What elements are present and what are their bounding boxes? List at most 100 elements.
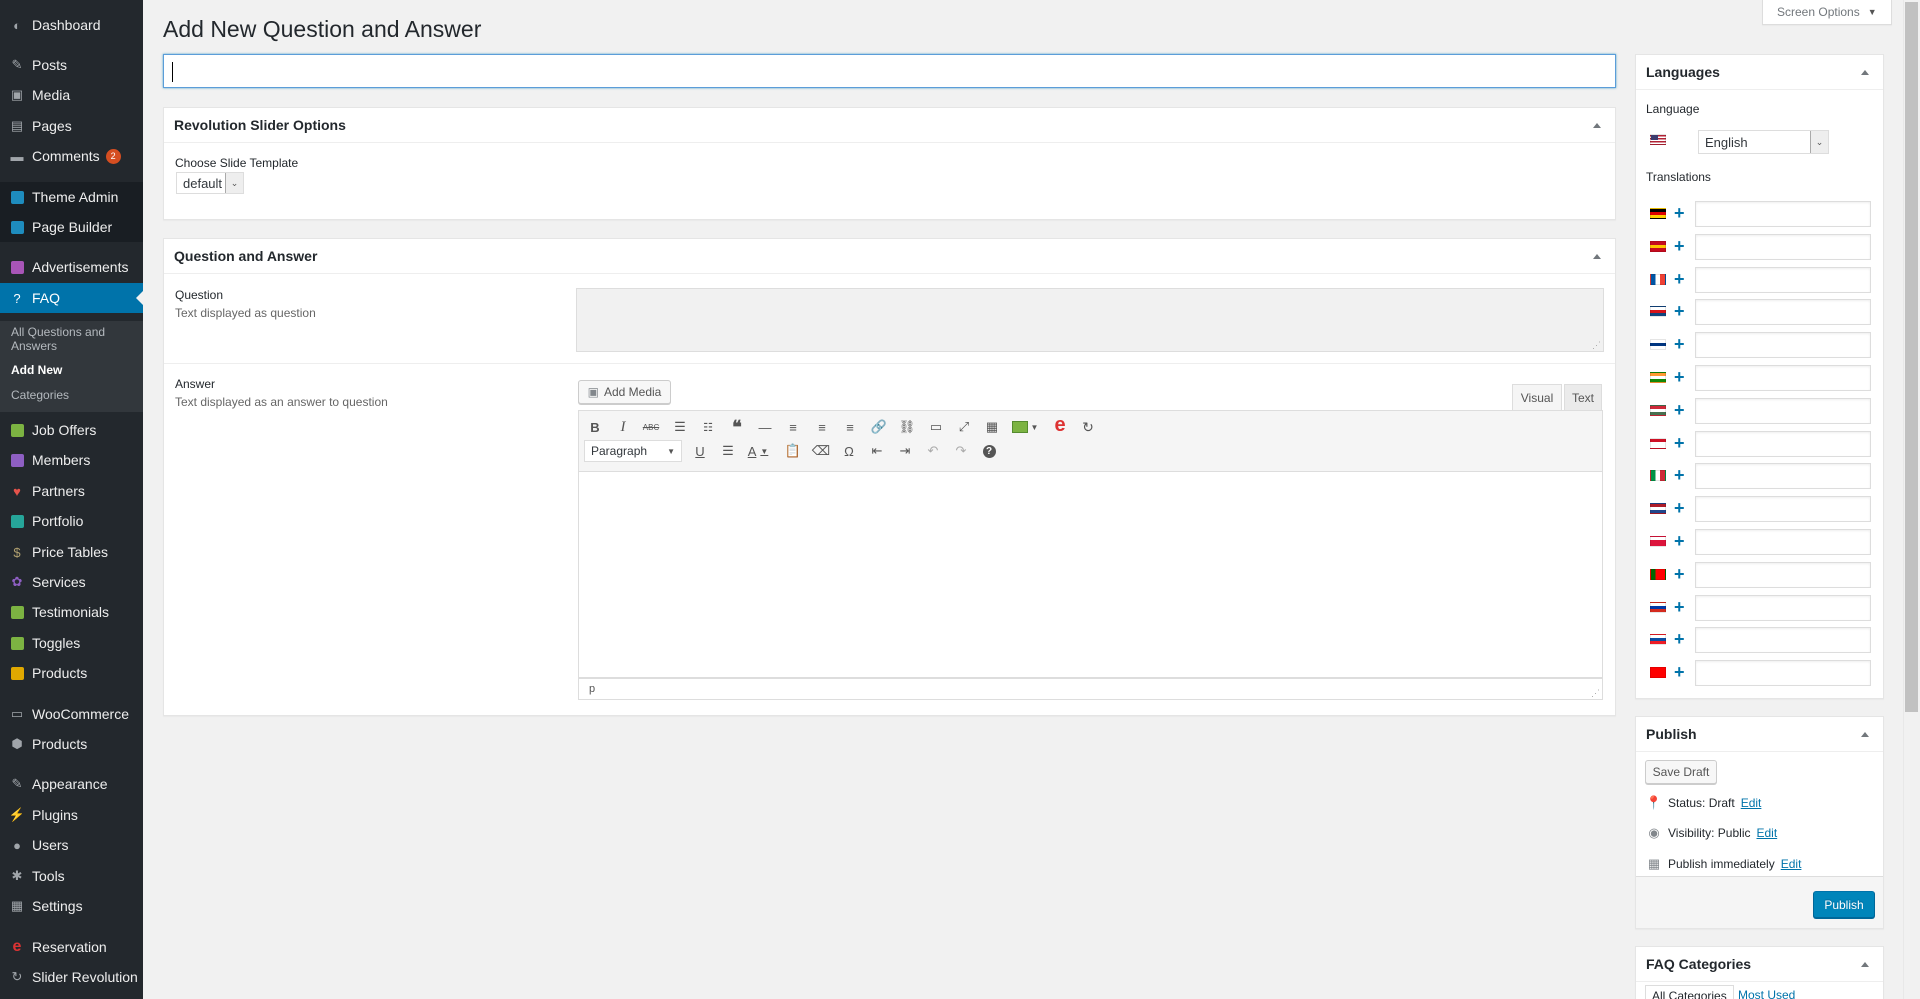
add-translation-icon[interactable]: + bbox=[1674, 401, 1685, 419]
page-scrollbar[interactable] bbox=[1903, 0, 1920, 999]
redo-icon[interactable]: ↷ bbox=[950, 440, 972, 462]
sidebar-item-woocommerce[interactable]: ▭ WooCommerce bbox=[0, 699, 143, 729]
sidebar-item-theme-admin[interactable]: Theme Admin bbox=[0, 182, 143, 212]
sidebar-item-comments[interactable]: ▬ Comments 2 bbox=[0, 141, 143, 171]
sidebar-item-members[interactable]: Members bbox=[0, 445, 143, 475]
tab-all-categories[interactable]: All Categories bbox=[1645, 985, 1734, 999]
translation-input[interactable] bbox=[1695, 496, 1871, 523]
unlink-icon[interactable]: ⛓ bbox=[896, 416, 918, 438]
collapse-arrow-icon[interactable] bbox=[1593, 123, 1601, 128]
indent-icon[interactable]: ⇥ bbox=[894, 440, 916, 462]
bullet-list-icon[interactable]: ☰ bbox=[669, 416, 691, 438]
align-center-icon[interactable]: ≡ bbox=[811, 416, 833, 438]
add-translation-icon[interactable]: + bbox=[1674, 302, 1685, 320]
underline-icon[interactable]: U bbox=[689, 440, 711, 462]
collapse-arrow-icon[interactable] bbox=[1861, 70, 1869, 75]
sidebar-item-dashboard[interactable]: ◐ Dashboard bbox=[0, 10, 143, 40]
add-translation-icon[interactable]: + bbox=[1674, 565, 1685, 583]
fullscreen-icon[interactable]: ⤢ bbox=[953, 416, 975, 438]
sidebar-item-products[interactable]: Products bbox=[0, 658, 143, 688]
sidebar-item-tools[interactable]: ✱ Tools bbox=[0, 861, 143, 891]
tab-text[interactable]: Text bbox=[1564, 384, 1602, 410]
sidebar-item-advertisements[interactable]: Advertisements bbox=[0, 252, 143, 282]
translation-input[interactable] bbox=[1695, 463, 1871, 490]
italic-icon[interactable]: I bbox=[612, 416, 634, 438]
blockquote-icon[interactable]: ❝ bbox=[726, 416, 748, 438]
horizontal-line-icon[interactable]: — bbox=[754, 416, 776, 438]
reservation-e-icon[interactable]: e bbox=[1049, 414, 1071, 436]
sidebar-item-services[interactable]: ✿ Services bbox=[0, 567, 143, 597]
add-translation-icon[interactable]: + bbox=[1674, 434, 1685, 452]
text-color-icon[interactable]: A ▼ bbox=[741, 440, 775, 462]
scrollbar-thumb[interactable] bbox=[1905, 2, 1918, 712]
translation-input[interactable] bbox=[1695, 529, 1871, 555]
collapse-arrow-icon[interactable] bbox=[1861, 732, 1869, 737]
justify-icon[interactable]: ☰ bbox=[717, 440, 739, 462]
bold-icon[interactable]: B bbox=[584, 416, 606, 438]
add-translation-icon[interactable]: + bbox=[1674, 335, 1685, 353]
translation-input[interactable] bbox=[1695, 365, 1871, 391]
sidebar-item-plugins[interactable]: ⚡ Plugins bbox=[0, 800, 143, 830]
help-icon[interactable]: ? bbox=[978, 440, 1000, 462]
shortcode-icon[interactable]: ▼ bbox=[1007, 416, 1043, 438]
read-more-icon[interactable]: ▭ bbox=[925, 416, 947, 438]
add-translation-icon[interactable]: + bbox=[1674, 663, 1685, 681]
add-translation-icon[interactable]: + bbox=[1674, 237, 1685, 255]
collapse-arrow-icon[interactable] bbox=[1861, 962, 1869, 967]
tab-most-used[interactable]: Most Used bbox=[1732, 985, 1801, 999]
collapse-arrow-icon[interactable] bbox=[1593, 254, 1601, 259]
edit-status-link[interactable]: Edit bbox=[1741, 796, 1762, 810]
outdent-icon[interactable]: ⇤ bbox=[866, 440, 888, 462]
add-translation-icon[interactable]: + bbox=[1674, 466, 1685, 484]
strikethrough-icon[interactable]: ABC bbox=[640, 416, 662, 438]
link-icon[interactable]: 🔗 bbox=[868, 416, 890, 438]
add-translation-icon[interactable]: + bbox=[1674, 204, 1685, 222]
language-select[interactable]: English ⌄ bbox=[1698, 130, 1829, 154]
toolbar-toggle-icon[interactable]: ▦ bbox=[981, 416, 1003, 438]
paste-text-icon[interactable]: 📋 bbox=[782, 440, 804, 462]
align-left-icon[interactable]: ≡ bbox=[782, 416, 804, 438]
add-translation-icon[interactable]: + bbox=[1674, 598, 1685, 616]
sidebar-item-price-tables[interactable]: $ Price Tables bbox=[0, 537, 143, 567]
edit-schedule-link[interactable]: Edit bbox=[1781, 857, 1802, 871]
sidebar-item-slider-revolution[interactable]: ↻ Slider Revolution bbox=[0, 962, 143, 992]
submenu-categories[interactable]: Categories bbox=[11, 388, 136, 402]
edit-visibility-link[interactable]: Edit bbox=[1756, 826, 1777, 840]
submenu-all-questions[interactable]: All Questions and Answers bbox=[11, 325, 136, 353]
translation-input[interactable] bbox=[1695, 660, 1871, 687]
slider-revolution-icon[interactable]: ↻ bbox=[1077, 416, 1099, 438]
translation-input[interactable] bbox=[1695, 201, 1871, 227]
translation-input[interactable] bbox=[1695, 561, 1871, 588]
template-select[interactable]: default ⌄ bbox=[176, 172, 244, 194]
answer-editor-area[interactable] bbox=[578, 472, 1603, 678]
format-select[interactable]: Paragraph ▼ bbox=[584, 440, 682, 462]
submenu-add-new[interactable]: Add New bbox=[11, 363, 136, 377]
sidebar-item-faq[interactable]: ? FAQ bbox=[0, 283, 143, 313]
add-translation-icon[interactable]: + bbox=[1674, 532, 1685, 550]
add-translation-icon[interactable]: + bbox=[1674, 270, 1685, 288]
translation-input[interactable] bbox=[1695, 627, 1871, 654]
sidebar-item-products[interactable]: ⬢ Products bbox=[0, 729, 143, 759]
numbered-list-icon[interactable]: ☷ bbox=[697, 416, 719, 438]
add-translation-icon[interactable]: + bbox=[1674, 368, 1685, 386]
save-draft-button[interactable]: Save Draft bbox=[1645, 760, 1717, 784]
post-title-input[interactable] bbox=[163, 54, 1616, 88]
sidebar-item-settings[interactable]: ▦ Settings bbox=[0, 891, 143, 921]
resize-grip-icon[interactable]: ⋰ bbox=[1592, 341, 1601, 350]
translation-input[interactable] bbox=[1695, 299, 1871, 326]
screen-options-button[interactable]: Screen Options ▼ bbox=[1762, 0, 1892, 25]
clear-formatting-icon[interactable]: ⌫ bbox=[810, 440, 832, 462]
sidebar-item-posts[interactable]: ✎ Posts bbox=[0, 50, 143, 80]
tab-visual[interactable]: Visual bbox=[1512, 384, 1562, 410]
align-right-icon[interactable]: ≡ bbox=[839, 416, 861, 438]
publish-button[interactable]: Publish bbox=[1813, 891, 1875, 918]
translation-input[interactable] bbox=[1695, 397, 1871, 424]
sidebar-item-partners[interactable]: ♥ Partners bbox=[0, 476, 143, 506]
sidebar-item-toggles[interactable]: Toggles bbox=[0, 628, 143, 658]
translation-input[interactable] bbox=[1695, 266, 1871, 293]
add-translation-icon[interactable]: + bbox=[1674, 630, 1685, 648]
sidebar-item-page-builder[interactable]: Page Builder bbox=[0, 212, 143, 242]
sidebar-item-job-offers[interactable]: Job Offers bbox=[0, 415, 143, 445]
sidebar-item-testimonials[interactable]: Testimonials bbox=[0, 597, 143, 627]
translation-input[interactable] bbox=[1695, 594, 1871, 621]
